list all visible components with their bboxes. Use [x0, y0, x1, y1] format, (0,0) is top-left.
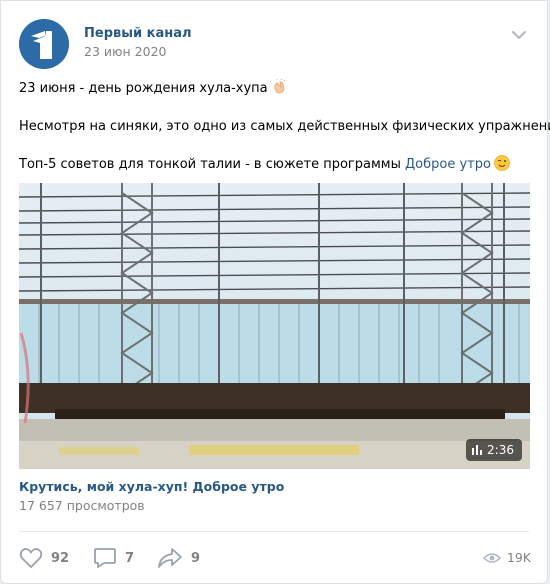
program-link[interactable]: Доброе утро: [405, 157, 491, 172]
comment-button[interactable]: 7: [93, 547, 134, 569]
video-player[interactable]: 2:36: [19, 183, 530, 469]
post-actions: 92 7 9 19K: [19, 547, 531, 571]
post-line-2: Несмотря на синяки, это одно из самых де…: [19, 119, 550, 134]
share-icon: [158, 548, 182, 568]
like-button[interactable]: 92: [19, 547, 69, 569]
post-card: Первый канал 23 июн 2020 23 июня - день …: [0, 0, 550, 584]
comment-count: 7: [125, 550, 135, 566]
author-name[interactable]: Первый канал: [84, 26, 192, 41]
post-text: 23 июня - день рождения хула-хупа Несмот…: [19, 79, 550, 193]
eye-icon: [482, 552, 501, 563]
video-title[interactable]: Крутись, мой хула-хуп! Доброе утро: [19, 479, 284, 494]
video-duration: 2:36: [487, 443, 514, 457]
channel-logo-icon: [19, 19, 69, 69]
video-views: 17 657 просмотров: [19, 498, 145, 513]
post-line-3: Топ-5 советов для тонкой талии - в сюжет…: [19, 155, 531, 175]
share-count: 9: [191, 550, 201, 566]
chevron-down-icon[interactable]: [511, 29, 527, 41]
view-counter: 19K: [482, 550, 531, 565]
channel-avatar[interactable]: [19, 19, 69, 69]
video-duration-badge: 2:36: [466, 439, 522, 461]
video-bars-icon: [472, 445, 483, 455]
comment-icon: [94, 548, 116, 568]
view-count: 19K: [506, 550, 531, 565]
video-thumbnail: [19, 183, 530, 469]
post-header: Первый канал 23 июн 2020: [19, 15, 531, 69]
winking-face-icon: [494, 155, 510, 171]
heart-icon: [19, 548, 43, 568]
like-count: 92: [51, 550, 70, 566]
post-line-1: 23 июня - день рождения хула-хупа: [19, 79, 531, 99]
divider: [19, 531, 529, 532]
post-date[interactable]: 23 июн 2020: [84, 44, 166, 59]
share-button[interactable]: 9: [157, 547, 200, 569]
clapping-hands-icon: [273, 79, 285, 94]
